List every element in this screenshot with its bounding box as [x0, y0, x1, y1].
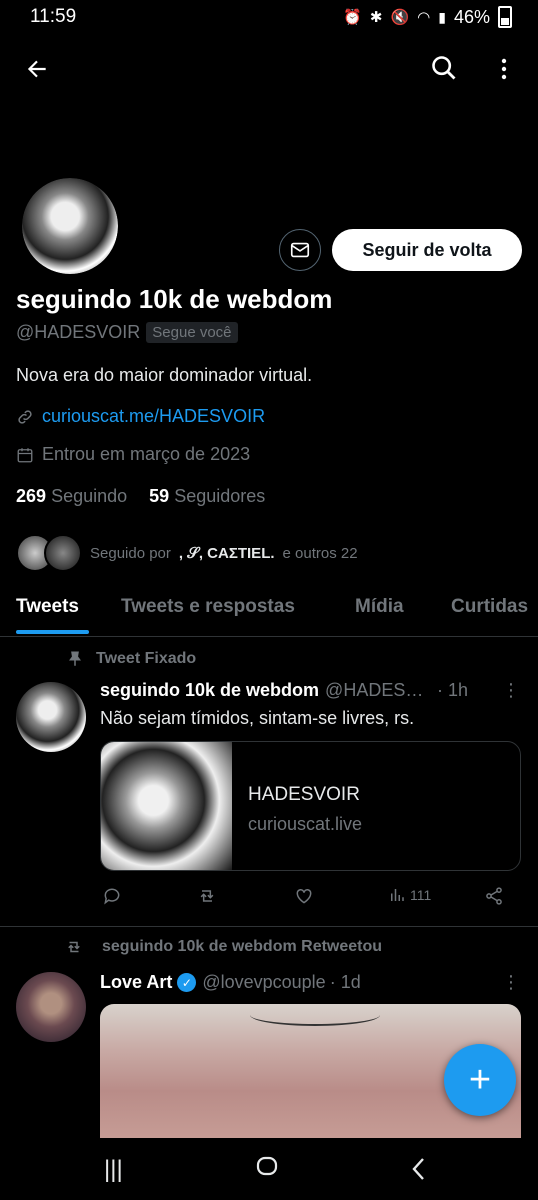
active-tab-indicator [16, 630, 89, 634]
tweet-header: Love Art ✓ @lovevpcouple · 1d ⋮ [100, 972, 520, 993]
mail-icon [290, 242, 310, 258]
followed-by-prefix: Seguido por [90, 544, 171, 562]
link-card-title: HADESVOIR [248, 784, 360, 805]
tweet-time: · 1d [329, 972, 361, 992]
share-button[interactable] [484, 886, 504, 906]
mute-icon: 🔇 [390, 9, 410, 26]
tab-tweets-replies[interactable]: Tweets e respostas [121, 596, 295, 618]
link-card[interactable]: HADESVOIR curiouscat.live [100, 741, 521, 871]
bluetooth-icon: ✱ [369, 9, 383, 26]
follows-you-badge: Segue você [146, 322, 238, 343]
battery-icon [498, 6, 512, 28]
share-icon [486, 887, 502, 905]
handle-row: @HADESVOIR Segue você [16, 322, 238, 343]
followed-by-names: , 𝒮, CAΣTIEL. [178, 544, 275, 562]
tweet-text: Não sejam tímidos, sintam-se livres, rs. [100, 708, 415, 728]
follower-avatar [44, 534, 82, 572]
follow-back-button[interactable]: Seguir de volta [332, 229, 522, 271]
more-vertical-icon [501, 58, 507, 80]
retweet-icon [68, 941, 80, 953]
search-icon [432, 56, 456, 80]
back-nav-icon[interactable] [410, 1156, 428, 1189]
views-button[interactable]: 111 [388, 886, 431, 904]
pin-icon [69, 651, 81, 666]
pinned-label-row: Tweet Fixado [66, 650, 196, 668]
followers-stat[interactable]: 59 Seguidores [149, 486, 265, 507]
signal-icon: ▮ [438, 8, 446, 25]
profile-stats: 269 Seguindo 59 Seguidores [16, 486, 265, 507]
profile-link-row: curiouscat.me/HADESVOIR [16, 406, 265, 427]
compose-plus-icon: + [468, 1058, 492, 1101]
profile-tabs: Tweets Tweets e respostas Mídia Curtidas [0, 580, 538, 637]
wifi-icon: ◠ [417, 9, 431, 26]
link-icon [18, 409, 32, 424]
status-bar: 11:59 ⏰ ✱ 🔇 ◠ ▮ 46% [0, 0, 538, 34]
back-arrow-icon [27, 60, 46, 78]
tweet-divider [0, 926, 538, 927]
profile-bio: Nova era do maior dominador virtual. [16, 365, 313, 385]
search-button[interactable] [426, 50, 462, 86]
tweet-header: seguindo 10k de webdom @HADESVOIR · 1h ⋮ [100, 680, 520, 701]
tweet-author-name[interactable]: seguindo 10k de webdom [100, 680, 319, 701]
profile-joined: Entrou em março de 2023 [42, 444, 251, 464]
profile-display-name: seguindo 10k de webdom [16, 284, 333, 314]
tweet-actions: 111 [100, 886, 520, 914]
followed-by-suffix: e outros 22 [282, 544, 358, 562]
retweet-button[interactable] [196, 886, 218, 906]
tweet-author-name[interactable]: Love Art [100, 972, 172, 993]
like-icon [296, 888, 312, 904]
retweet-label-row: seguindo 10k de webdom Retweetou [64, 938, 382, 956]
profile-avatar[interactable] [18, 174, 122, 278]
tweet-more-icon[interactable]: ⋮ [502, 680, 520, 701]
tab-tweets[interactable]: Tweets [16, 596, 79, 618]
tweet-avatar[interactable] [16, 972, 86, 1042]
tweet-more-icon[interactable]: ⋮ [502, 972, 520, 993]
like-button[interactable] [294, 886, 314, 906]
retweet-label[interactable]: seguindo 10k de webdom Retweetou [102, 938, 382, 956]
alarm-icon: ⏰ [343, 9, 362, 26]
views-icon [391, 889, 404, 901]
calendar-icon [17, 447, 33, 462]
link-card-image [101, 742, 232, 870]
profile-joined-row: Entrou em março de 2023 [16, 444, 250, 465]
compose-button[interactable]: + [444, 1044, 516, 1116]
tweet-avatar[interactable] [16, 682, 86, 752]
tab-likes[interactable]: Curtidas [451, 596, 528, 618]
recent-apps-icon[interactable]: ||| [104, 1156, 123, 1184]
tweet-time: · 1h [437, 680, 469, 700]
reply-button[interactable] [102, 886, 122, 906]
reply-icon [104, 888, 120, 905]
message-button[interactable] [279, 229, 321, 271]
followed-by-row[interactable]: Seguido por , 𝒮, CAΣTIEL. e outros 22 [16, 534, 358, 572]
tweet-author-handle: @HADESVOIR [325, 680, 433, 700]
profile-handle: @HADESVOIR [16, 322, 141, 342]
link-card-domain: curiouscat.live [248, 814, 363, 834]
tweet-author-handle: @lovevpcouple [202, 972, 326, 992]
tab-media[interactable]: Mídia [355, 596, 404, 618]
profile-link[interactable]: curiouscat.me/HADESVOIR [42, 406, 265, 427]
system-nav-bar: ||| [0, 1138, 538, 1200]
back-button[interactable] [20, 52, 54, 86]
home-icon[interactable] [255, 1154, 279, 1185]
status-icons: ⏰ ✱ 🔇 ◠ ▮ 46% [343, 6, 512, 28]
verified-icon: ✓ [177, 973, 197, 992]
status-time: 11:59 [30, 6, 77, 27]
retweet-icon [200, 890, 214, 902]
views-count: 111 [410, 887, 432, 903]
battery-percent: 46% [453, 6, 490, 27]
more-options-button[interactable] [492, 52, 516, 86]
following-stat[interactable]: 269 Seguindo [16, 486, 127, 507]
pinned-label: Tweet Fixado [96, 650, 197, 667]
